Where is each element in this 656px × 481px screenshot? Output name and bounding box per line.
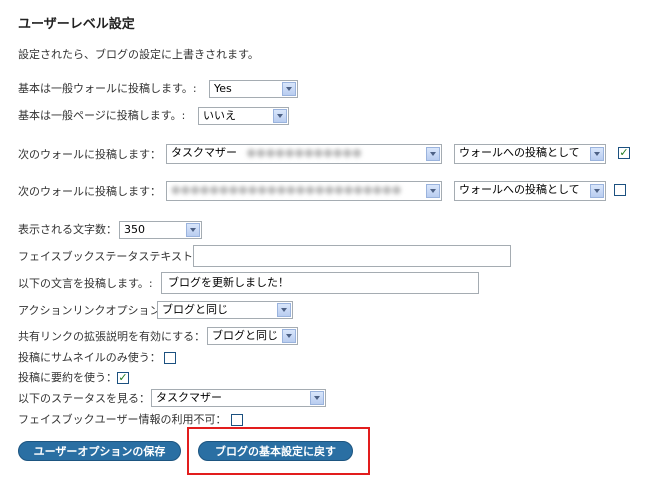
next-wall-1-value: タスクマザー <box>171 146 237 159</box>
chevron-down-icon <box>282 329 296 343</box>
view-status-value: タスクマザー <box>156 391 222 404</box>
page-default-select[interactable]: いいえ <box>198 107 289 125</box>
chevron-down-icon <box>277 303 291 317</box>
save-user-options-button[interactable]: ユーザーオプションの保存 <box>18 441 181 461</box>
post-text-label: 以下の文言を投稿します。: <box>18 277 153 290</box>
chevron-down-icon <box>310 391 324 405</box>
action-link-label: アクションリンクオプション： <box>18 304 172 317</box>
fb-status-text-label: フェイスブックステータステキスト： <box>18 250 205 263</box>
char-count-select[interactable]: 350 <box>119 221 202 239</box>
use-summary-checkbox[interactable]: ✓ <box>117 372 129 384</box>
chevron-down-icon <box>590 147 604 161</box>
chevron-down-icon <box>282 82 296 96</box>
chevron-down-icon <box>426 147 440 161</box>
next-wall-1-select[interactable]: タスクマザー ●●●●●●●●●●●● <box>166 144 442 164</box>
action-link-select[interactable]: ブログと同じ <box>157 301 293 319</box>
redacted-id: ●●●●●●●●●●●●●●●●●●●●●●●● <box>171 183 402 196</box>
next-wall-2-label: 次のウォールに投稿します： <box>18 185 161 198</box>
next-wall-1-label: 次のウォールに投稿します： <box>18 148 161 161</box>
view-status-select[interactable]: タスクマザー <box>151 389 326 407</box>
char-count-value: 350 <box>124 223 145 236</box>
next-wall-1-mode-value: ウォールへの投稿として <box>459 146 580 159</box>
post-text-input[interactable]: ブログを更新しました！ <box>161 272 479 294</box>
next-wall-2-mode-select[interactable]: ウォールへの投稿として <box>454 181 606 201</box>
view-status-label: 以下のステータスを見る： <box>18 392 150 405</box>
wall-default-select[interactable]: Yes <box>209 80 298 98</box>
thumbnail-only-label: 投稿にサムネイルのみ使う： <box>18 351 161 364</box>
next-wall-1-mode-select[interactable]: ウォールへの投稿として <box>454 144 606 164</box>
chevron-down-icon <box>590 184 604 198</box>
next-wall-2-mode-value: ウォールへの投稿として <box>459 183 580 196</box>
fb-status-text-input[interactable] <box>193 245 511 267</box>
next-wall-2-checkbox[interactable] <box>614 184 626 196</box>
description-text: 設定されたら、ブログの設定に上書きされます。 <box>18 48 259 61</box>
page-default-label: 基本は一般ページに投稿します。: <box>18 109 186 122</box>
use-summary-label: 投稿に要約を使う： <box>18 371 117 384</box>
thumbnail-only-checkbox[interactable] <box>164 352 176 364</box>
char-count-label: 表示される文字数： <box>18 223 117 236</box>
page-title: ユーザーレベル設定 <box>18 17 135 32</box>
chevron-down-icon <box>426 184 440 198</box>
wall-default-value: Yes <box>214 82 232 95</box>
share-link-label: 共有リンクの拡張説明を有効にする： <box>18 330 206 343</box>
next-wall-1-checkbox[interactable]: ✓ <box>618 147 630 159</box>
share-link-select[interactable]: ブログと同じ <box>207 327 298 345</box>
fb-user-info-checkbox[interactable] <box>231 414 243 426</box>
page-default-value: いいえ <box>203 109 236 122</box>
chevron-down-icon <box>186 223 200 237</box>
chevron-down-icon <box>273 109 287 123</box>
highlight-box <box>187 427 370 475</box>
wall-default-label: 基本は一般ウォールに投稿します。: <box>18 82 197 95</box>
next-wall-2-select[interactable]: ●●●●●●●●●●●●●●●●●●●●●●●● <box>166 181 442 201</box>
redacted-id: ●●●●●●●●●●●● <box>246 146 362 159</box>
action-link-value: ブログと同じ <box>162 303 228 316</box>
share-link-value: ブログと同じ <box>212 329 278 342</box>
